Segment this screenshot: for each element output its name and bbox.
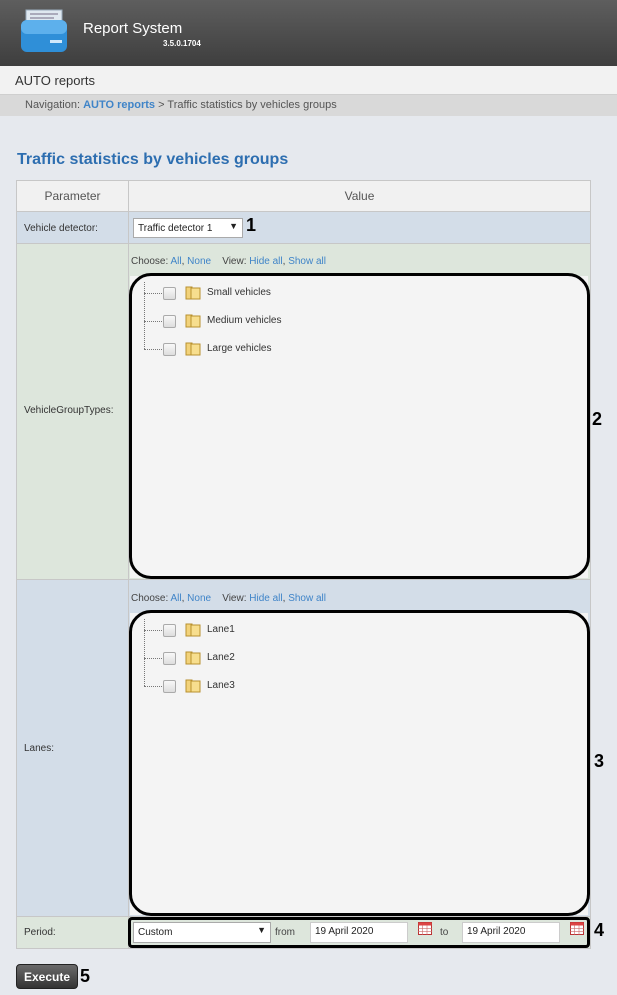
hide-all-link[interactable]: Hide all — [249, 593, 282, 604]
breadcrumb-link-auto-reports[interactable]: AUTO reports — [83, 99, 155, 111]
show-all-link[interactable]: Show all — [288, 593, 326, 604]
breadcrumb-separator: > — [158, 99, 165, 111]
vehicle-group-types-choose-bar: Choose: All, None View: Hide all, Show a… — [131, 256, 326, 267]
parameter-table: Parameter Value Vehicle detector: Traffi… — [16, 180, 604, 949]
lanes-choose-bar: Choose: All, None View: Hide all, Show a… — [131, 593, 326, 604]
period-label: Period: — [24, 927, 56, 938]
breadcrumb-prefix: Navigation: — [25, 99, 81, 111]
view-label: View: — [222, 256, 247, 267]
vehicle-group-types-label: VehicleGroupTypes: — [24, 405, 114, 416]
choose-label: Choose: — [131, 593, 169, 604]
callout-number-3: 3 — [594, 751, 605, 771]
page-title: Traffic statistics by vehicles groups — [17, 151, 289, 168]
choose-all-link[interactable]: All — [170, 593, 181, 604]
hide-all-link[interactable]: Hide all — [249, 256, 282, 267]
section-title: AUTO reports — [15, 73, 95, 88]
report-folder-icon — [21, 9, 67, 52]
app-header: Report System 3.5.0.1704 — [0, 0, 617, 66]
dropdown-arrow-icon: ▼ — [229, 221, 238, 231]
execute-button[interactable]: Execute — [16, 964, 78, 989]
vehicle-detector-value: Traffic detector 1 — [138, 223, 213, 234]
choose-none-link[interactable]: None — [187, 256, 211, 267]
choose-all-link[interactable]: All — [170, 256, 181, 267]
callout-number-5: 5 — [80, 966, 91, 986]
choose-label: Choose: — [131, 256, 169, 267]
view-label: View: — [222, 593, 247, 604]
callout-frame-3 — [129, 610, 590, 916]
callout-frame-2 — [129, 273, 590, 579]
row-divider — [17, 579, 590, 580]
column-header-value: Value — [129, 181, 590, 212]
section-bar: AUTO reports — [0, 66, 617, 95]
row-divider — [17, 243, 590, 244]
breadcrumb: Navigation: AUTO reports > Traffic stati… — [0, 95, 617, 116]
show-all-link[interactable]: Show all — [288, 256, 326, 267]
vehicle-detector-label: Vehicle detector: — [24, 223, 98, 234]
breadcrumb-current: Traffic statistics by vehicles groups — [167, 99, 337, 111]
app-version: 3.5.0.1704 — [163, 39, 201, 48]
callout-number-2: 2 — [592, 409, 603, 429]
vehicle-detector-select[interactable]: Traffic detector 1 ▼ — [133, 218, 243, 238]
callout-number-4: 4 — [594, 920, 605, 940]
choose-none-link[interactable]: None — [187, 593, 211, 604]
callout-number-1: 1 — [246, 215, 257, 235]
lanes-label: Lanes: — [24, 743, 55, 754]
column-header-parameter: Parameter — [17, 181, 128, 212]
callout-frame-4 — [128, 917, 590, 948]
app-title: Report System — [83, 20, 183, 37]
